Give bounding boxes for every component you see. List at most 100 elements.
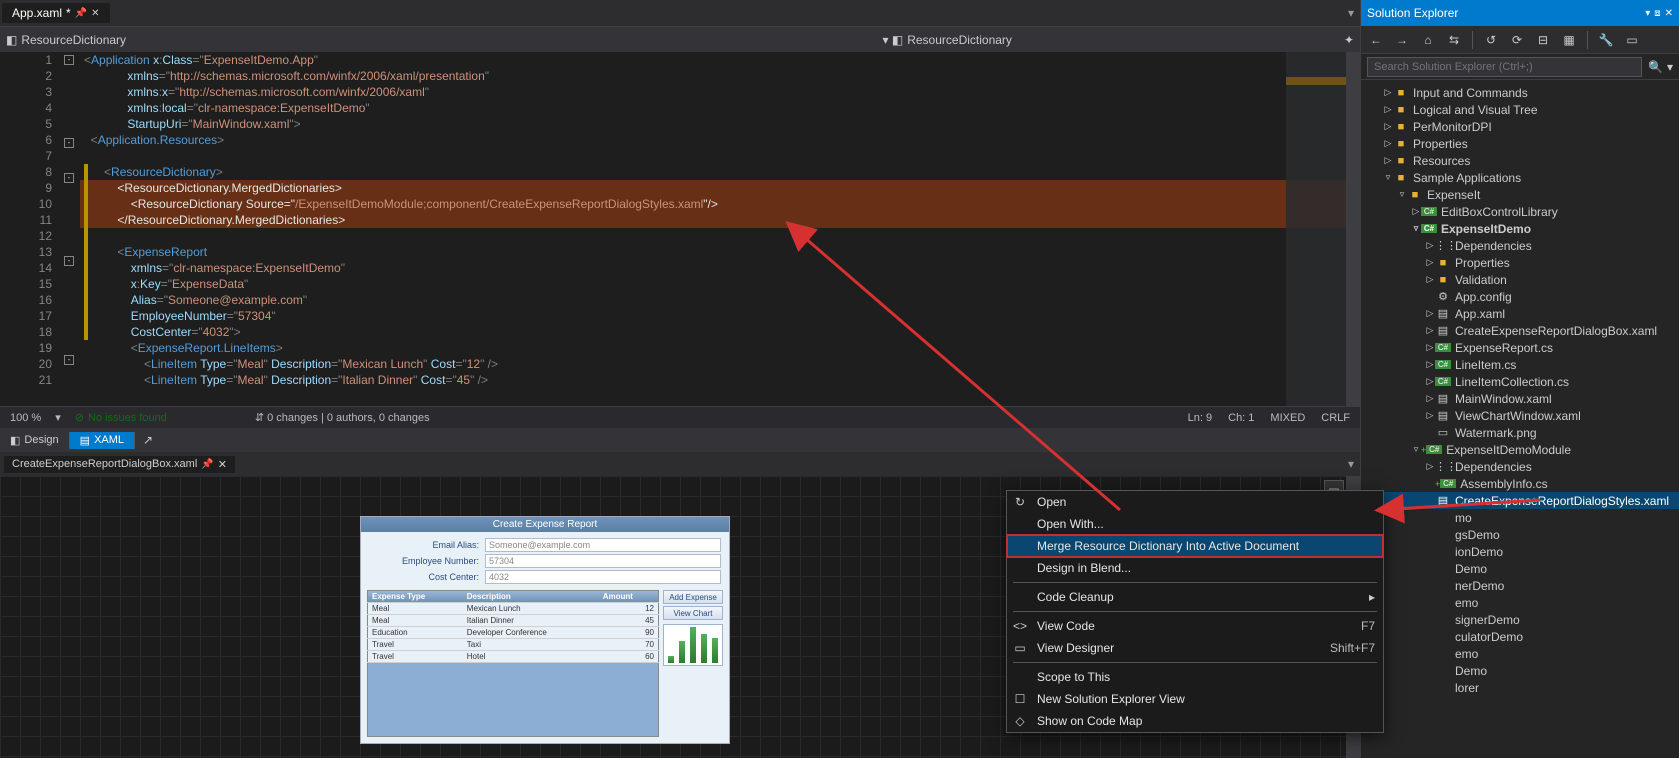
close-icon[interactable]: ✕	[91, 8, 99, 19]
tree-node[interactable]: ▷■Logical and Visual Tree	[1361, 101, 1679, 118]
search-icon[interactable]: 🔍	[1642, 60, 1663, 74]
design-view-button[interactable]: ◧ Design	[0, 432, 70, 449]
tree-node[interactable]: ▷C#LineItemCollection.cs	[1361, 373, 1679, 390]
source-control-info[interactable]: ⇵ 0 changes | 0 authors, 0 changes	[255, 411, 430, 424]
tree-node[interactable]: Demo	[1361, 560, 1679, 577]
add-expense-button[interactable]: Add Expense	[663, 590, 723, 604]
solution-explorer-title: Solution Explorer ▾ ⧈ ✕	[1361, 0, 1679, 26]
menu-item[interactable]: ◇Show on Code Map	[1007, 710, 1383, 732]
close-icon[interactable]: ✕	[218, 458, 227, 471]
menu-item[interactable]: Code Cleanup▸	[1007, 586, 1383, 608]
mini-chart	[663, 624, 723, 666]
tree-node[interactable]: ⚙App.config	[1361, 288, 1679, 305]
switch-view-icon[interactable]: ⇆	[1443, 29, 1465, 51]
menu-item[interactable]: Merge Resource Dictionary Into Active Do…	[1007, 535, 1383, 557]
issues-text[interactable]: No issues found	[88, 412, 167, 424]
nav-right[interactable]: ▾ ◧ ResourceDictionary	[883, 33, 1012, 47]
back-icon[interactable]: ←	[1365, 29, 1387, 51]
tree-node[interactable]: mo	[1361, 509, 1679, 526]
menu-item[interactable]: ↻Open	[1007, 491, 1383, 513]
tree-node[interactable]: culatorDemo	[1361, 628, 1679, 645]
tree-node[interactable]: ▷C#EditBoxControlLibrary	[1361, 203, 1679, 220]
xaml-view-button[interactable]: ▤ XAML	[70, 432, 135, 449]
nav-left[interactable]: ◧ ResourceDictionary	[6, 33, 126, 47]
split-icon[interactable]: ✦	[1344, 33, 1354, 47]
fold-gutter[interactable]: -----	[60, 52, 80, 406]
char-number[interactable]: Ch: 1	[1228, 412, 1254, 424]
minimap[interactable]	[1286, 52, 1346, 406]
tree-node[interactable]: ▷■Validation	[1361, 271, 1679, 288]
tree-node[interactable]: ▷▤App.xaml	[1361, 305, 1679, 322]
cost-input[interactable]	[485, 570, 721, 584]
tree-node[interactable]: ▷⋮⋮Dependencies	[1361, 458, 1679, 475]
search-dropdown-icon[interactable]: ▾	[1663, 60, 1673, 74]
pin-icon[interactable]: 📌	[201, 459, 213, 470]
tree-node[interactable]: ▿+C#ExpenseItDemoModule	[1361, 441, 1679, 458]
properties-icon[interactable]: 🔧	[1595, 29, 1617, 51]
home-icon[interactable]: ⌂	[1417, 29, 1439, 51]
forward-icon[interactable]: →	[1391, 29, 1413, 51]
code-editor[interactable]: 123456789101112131415161718192021 ----- …	[0, 52, 1360, 406]
alias-input[interactable]	[485, 538, 721, 552]
empno-input[interactable]	[485, 554, 721, 568]
line-number[interactable]: Ln: 9	[1188, 412, 1212, 424]
refresh-icon[interactable]: ⟳	[1506, 29, 1528, 51]
tree-node[interactable]: ▷■Resources	[1361, 152, 1679, 169]
popout-icon[interactable]: ↗	[135, 431, 161, 449]
tree-node[interactable]: ▿C#ExpenseItDemo	[1361, 220, 1679, 237]
preview-icon[interactable]: ▭	[1621, 29, 1643, 51]
tree-node[interactable]: emo	[1361, 594, 1679, 611]
tree-node[interactable]: +C#AssemblyInfo.cs	[1361, 475, 1679, 492]
menu-item[interactable]: ▭View DesignerShift+F7	[1007, 637, 1383, 659]
tree-node[interactable]: ▿■Sample Applications	[1361, 169, 1679, 186]
se-toolbar: ← → ⌂ ⇆ ↺ ⟳ ⊟ ▦ 🔧 ▭	[1361, 26, 1679, 54]
menu-item[interactable]: Scope to This	[1007, 666, 1383, 688]
view-chart-button[interactable]: View Chart	[663, 606, 723, 620]
tree-node[interactable]: ▷■Properties	[1361, 254, 1679, 271]
tree-node[interactable]: ▷C#LineItem.cs	[1361, 356, 1679, 373]
zoom-level[interactable]: 100 %	[10, 412, 41, 424]
menu-item[interactable]: Open With...	[1007, 513, 1383, 535]
tree-node[interactable]: ionDemo	[1361, 543, 1679, 560]
tree-node[interactable]: ▭Watermark.png	[1361, 424, 1679, 441]
designer-tab[interactable]: CreateExpenseReportDialogBox.xaml 📌 ✕	[4, 456, 235, 473]
tree-node[interactable]: Demo	[1361, 662, 1679, 679]
tree-node[interactable]: ▷▤MainWindow.xaml	[1361, 390, 1679, 407]
sync-icon[interactable]: ↺	[1480, 29, 1502, 51]
panel-menu-icon[interactable]: ▾	[1645, 8, 1650, 19]
menu-item[interactable]: <>View CodeF7	[1007, 615, 1383, 637]
line-gutter: 123456789101112131415161718192021	[0, 52, 60, 406]
tree-node[interactable]: lorer	[1361, 679, 1679, 696]
line-ending[interactable]: CRLF	[1321, 412, 1350, 424]
tree-node[interactable]: emo	[1361, 645, 1679, 662]
tree-node[interactable]: ▷C#ExpenseReport.cs	[1361, 339, 1679, 356]
tree-node[interactable]: ▷■Input and Commands	[1361, 84, 1679, 101]
menu-item[interactable]: ☐New Solution Explorer View	[1007, 688, 1383, 710]
panel-close-icon[interactable]: ✕	[1665, 8, 1673, 19]
tree-node[interactable]: gsDemo	[1361, 526, 1679, 543]
tree-node[interactable]: ▷■PerMonitorDPI	[1361, 118, 1679, 135]
solution-explorer-panel: Solution Explorer ▾ ⧈ ✕ ← → ⌂ ⇆ ↺ ⟳ ⊟ ▦ …	[1360, 0, 1679, 758]
tree-node[interactable]: nerDemo	[1361, 577, 1679, 594]
tree-node[interactable]: ▷■Properties	[1361, 135, 1679, 152]
show-all-icon[interactable]: ▦	[1558, 29, 1580, 51]
tabbar-menu-icon[interactable]: ▾	[1348, 6, 1354, 20]
panel-pin-icon[interactable]: ⧈	[1654, 8, 1660, 19]
menu-item[interactable]: Design in Blend...	[1007, 557, 1383, 579]
pin-icon[interactable]: 📌	[75, 8, 87, 19]
tree-node[interactable]: ▿■ExpenseIt	[1361, 186, 1679, 203]
code-area[interactable]: <Application x:Class="ExpenseItDemo.App"…	[80, 52, 1360, 406]
tree-node[interactable]: ▷⋮⋮Dependencies	[1361, 237, 1679, 254]
tree-node[interactable]: ▷▤CreateExpenseReportDialogBox.xaml	[1361, 322, 1679, 339]
se-tree[interactable]: ▷■Input and Commands▷■Logical and Visual…	[1361, 80, 1679, 758]
tabs-mode[interactable]: MIXED	[1270, 412, 1305, 424]
designer-tabbar-menu-icon[interactable]: ▾	[1348, 457, 1354, 471]
context-menu[interactable]: ↻OpenOpen With...Merge Resource Dictiona…	[1006, 490, 1384, 733]
editor-scrollbar[interactable]	[1346, 52, 1360, 406]
se-search-input[interactable]	[1367, 57, 1642, 77]
tree-node[interactable]: ▤CreateExpenseReportDialogStyles.xaml	[1361, 492, 1679, 509]
tree-node[interactable]: signerDemo	[1361, 611, 1679, 628]
collapse-icon[interactable]: ⊟	[1532, 29, 1554, 51]
tree-node[interactable]: ▷▤ViewChartWindow.xaml	[1361, 407, 1679, 424]
tab-app-xaml[interactable]: App.xaml* 📌 ✕	[2, 3, 110, 23]
